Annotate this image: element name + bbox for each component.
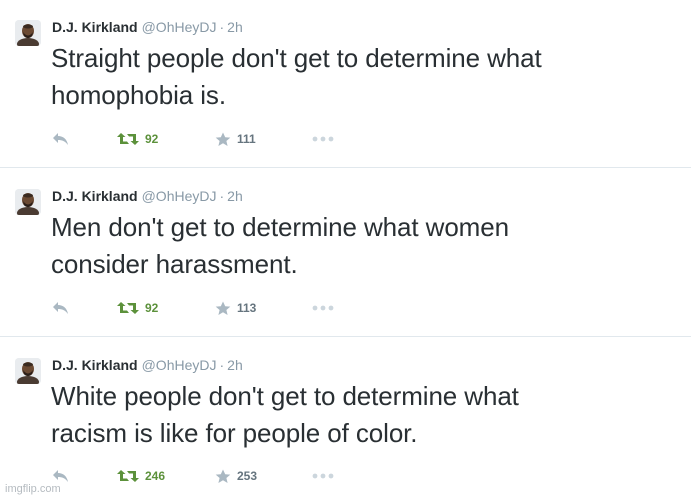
- avatar[interactable]: [15, 20, 41, 46]
- retweet-icon: [117, 302, 139, 314]
- tweet-text: White people don't get to determine what…: [51, 378, 681, 452]
- tweet[interactable]: D.J. Kirkland @OhHeyDJ · 2h Straight people…: [0, 0, 691, 168]
- more-icon: [312, 136, 334, 142]
- tweet-time[interactable]: 2h: [227, 188, 243, 204]
- watermark: imgflip.com: [5, 483, 61, 495]
- star-icon: [215, 301, 231, 315]
- tweet-text-line: homophobia is.: [51, 80, 226, 110]
- avatar[interactable]: [15, 189, 41, 215]
- more-icon: [312, 473, 334, 479]
- tweet-text-line: White people don't get to determine what: [51, 381, 519, 411]
- tweet[interactable]: D.J. Kirkland @OhHeyDJ · 2h White people do…: [0, 338, 691, 499]
- reply-icon: [53, 302, 68, 314]
- reply-icon: [53, 133, 68, 145]
- avatar-image: [15, 189, 41, 215]
- retweet-icon: [117, 470, 139, 482]
- author-name[interactable]: D.J. Kirkland: [52, 357, 138, 373]
- retweet-button[interactable]: 92: [117, 129, 158, 149]
- reply-button[interactable]: [52, 298, 69, 318]
- author-name[interactable]: D.J. Kirkland: [52, 19, 138, 35]
- tweet-actions: 92 111: [0, 129, 691, 149]
- favorite-button[interactable]: 113: [215, 298, 256, 318]
- tweet-text: Straight people don't get to determine w…: [51, 40, 681, 114]
- more-button[interactable]: [312, 466, 334, 486]
- favorite-count: 113: [237, 301, 257, 315]
- more-button[interactable]: [312, 129, 334, 149]
- favorite-count: 111: [237, 132, 256, 146]
- tweet-text: Men don't get to determine what women co…: [51, 209, 681, 283]
- retweet-button[interactable]: 92: [117, 298, 158, 318]
- reply-icon: [53, 470, 68, 482]
- author-name[interactable]: D.J. Kirkland: [52, 188, 138, 204]
- avatar[interactable]: [15, 358, 41, 384]
- retweet-button[interactable]: 246: [117, 466, 165, 486]
- tweet-time[interactable]: 2h: [227, 19, 243, 35]
- retweet-count: 92: [145, 301, 159, 315]
- tweet-time[interactable]: 2h: [227, 357, 243, 373]
- tweet-header: D.J. Kirkland @OhHeyDJ · 2h: [52, 356, 243, 374]
- favorite-count: 253: [237, 469, 258, 483]
- retweet-icon: [117, 133, 139, 145]
- more-button[interactable]: [312, 298, 334, 318]
- more-icon: [312, 305, 334, 311]
- favorite-button[interactable]: 253: [215, 466, 257, 486]
- star-icon: [215, 132, 231, 146]
- tweet-header: D.J. Kirkland @OhHeyDJ · 2h: [52, 187, 243, 205]
- avatar-image: [15, 358, 41, 384]
- tweet-actions: 246 253: [0, 466, 691, 486]
- tweet-header: D.J. Kirkland @OhHeyDJ · 2h: [52, 18, 243, 36]
- reply-button[interactable]: [52, 129, 69, 149]
- tweet[interactable]: D.J. Kirkland @OhHeyDJ · 2h Men don't get t…: [0, 169, 691, 337]
- separator-dot: ·: [219, 19, 225, 35]
- tweet-text-line: Straight people don't get to determine w…: [51, 43, 542, 73]
- tweet-text-line: racism is like for people of color.: [51, 418, 418, 448]
- author-handle[interactable]: @OhHeyDJ: [142, 19, 217, 35]
- star-icon: [215, 469, 231, 483]
- tweet-text-line: consider harassment.: [51, 249, 298, 279]
- tweet-timeline: D.J. Kirkland @OhHeyDJ · 2h Straight people…: [0, 0, 691, 499]
- separator-dot: ·: [219, 188, 225, 204]
- retweet-count: 92: [145, 132, 159, 146]
- tweet-text-line: Men don't get to determine what women: [51, 212, 509, 242]
- avatar-image: [15, 20, 41, 46]
- favorite-button[interactable]: 111: [215, 129, 256, 149]
- author-handle[interactable]: @OhHeyDJ: [142, 357, 217, 373]
- author-handle[interactable]: @OhHeyDJ: [142, 188, 217, 204]
- separator-dot: ·: [219, 357, 225, 373]
- tweet-actions: 92 113: [0, 298, 691, 318]
- retweet-count: 246: [145, 469, 166, 483]
